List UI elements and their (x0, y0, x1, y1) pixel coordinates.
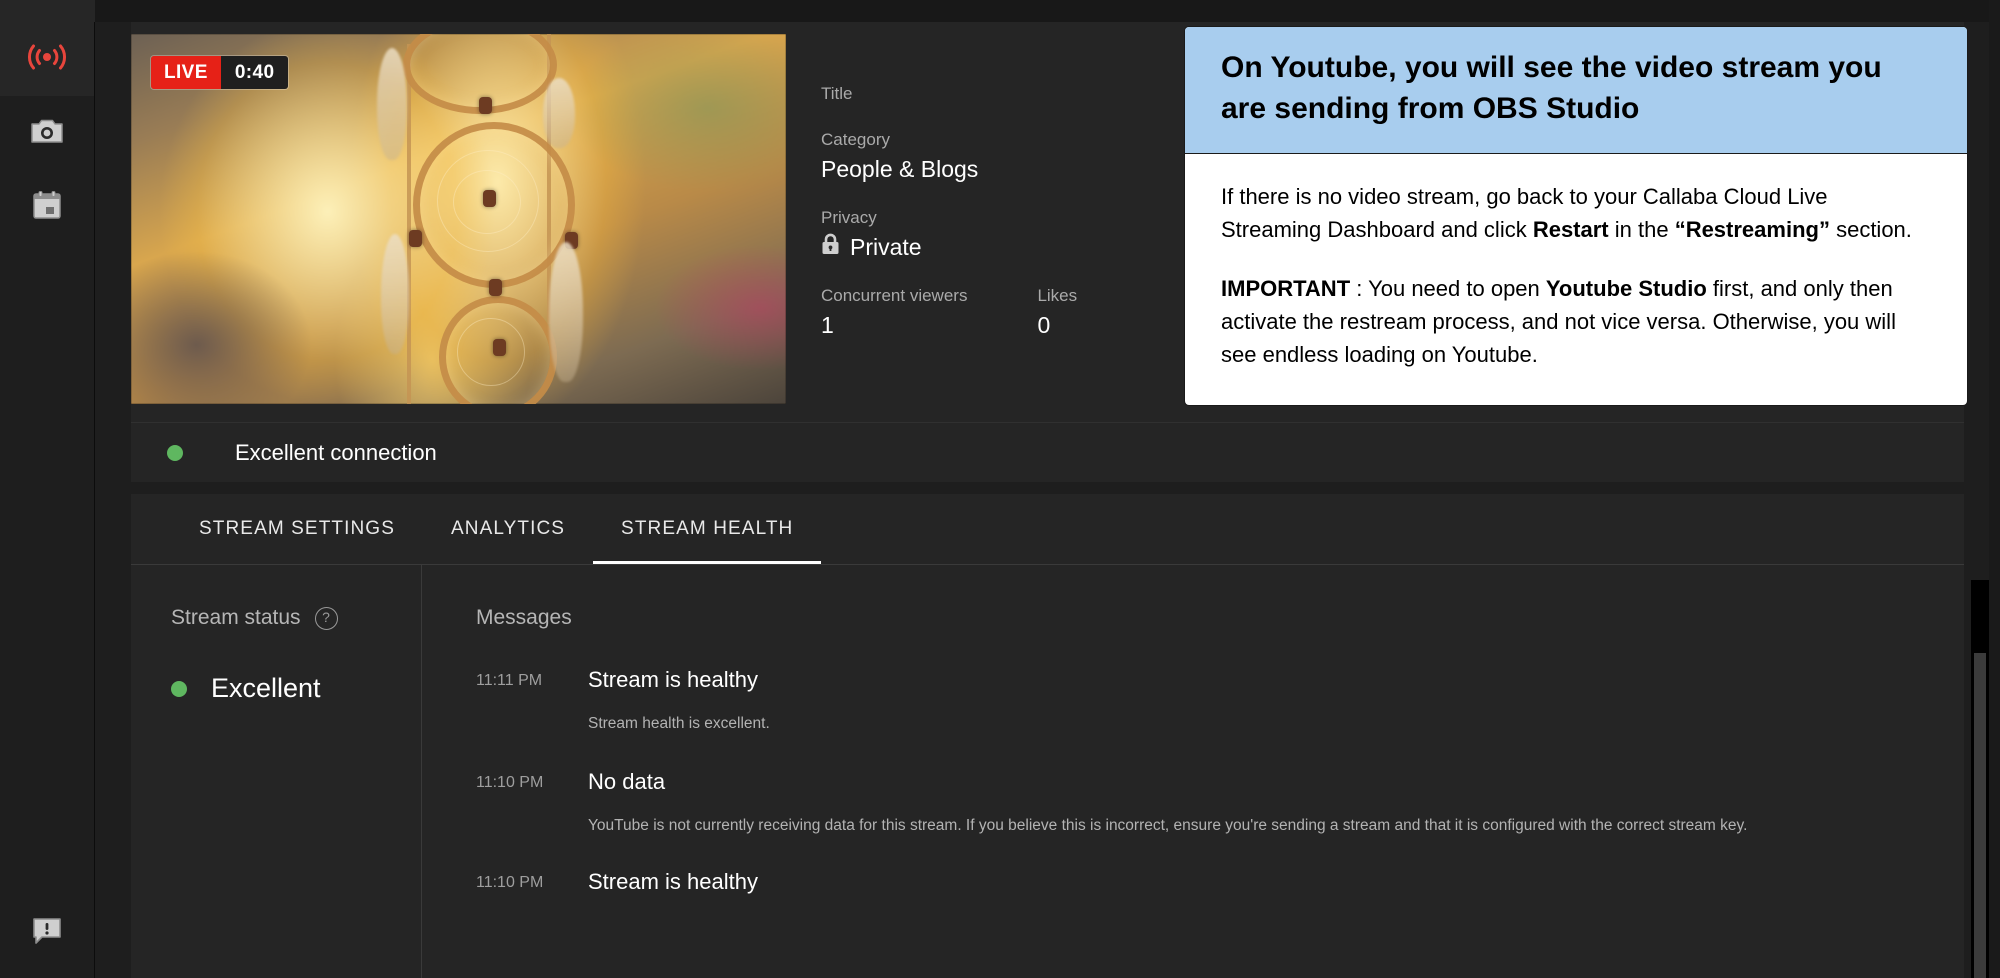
category-label: Category (821, 130, 890, 149)
scrollbar-thumb[interactable] (1973, 652, 1987, 978)
callout-body: If there is no video stream, go back to … (1185, 154, 1967, 405)
callout-paragraph-2: IMPORTANT : You need to open Youtube Stu… (1221, 272, 1931, 371)
stream-status-column: Stream status ? Excellent (131, 564, 422, 978)
stream-health-panel: Stream status ? Excellent Messages 11:11… (131, 564, 1964, 978)
stream-details-card: STREAM SETTINGS ANALYTICS STREAM HEALTH … (131, 494, 1964, 978)
list-item: 11:10 PM Stream is healthy (422, 868, 1964, 896)
sidebar-item-live-streaming[interactable] (0, 22, 94, 96)
rail-top-strip (0, 0, 95, 22)
messages-list: 11:11 PM Stream is healthy Stream health… (422, 666, 1964, 896)
stream-status-dot (171, 680, 187, 697)
send-feedback-button[interactable] (0, 896, 94, 970)
privacy-label: Privacy (821, 208, 877, 227)
instruction-callout: On Youtube, you will see the video strea… (1184, 26, 1968, 406)
callout-header: On Youtube, you will see the video strea… (1185, 27, 1967, 154)
dreamcatcher-feather (549, 242, 583, 382)
right-edge-gutter (1989, 0, 2000, 978)
dreamcatcher-bead (479, 97, 492, 114)
connection-status-bar: Excellent connection (131, 422, 1964, 483)
callout-p2-bold2: Youtube Studio (1545, 276, 1707, 301)
connection-status-text: Excellent connection (235, 440, 437, 465)
tab-bar: STREAM SETTINGS ANALYTICS STREAM HEALTH (131, 494, 1964, 565)
dreamcatcher-feather (381, 234, 409, 354)
message-description: Stream health is excellent. (588, 715, 770, 732)
stream-metadata: Title Category People & Blogs Privacy Pr… (821, 82, 1241, 340)
privacy-value: Private (850, 234, 922, 260)
video-preview[interactable]: LIVE 0:40 (131, 34, 786, 404)
vertical-scrollbar[interactable] (1971, 580, 1989, 978)
sidebar-item-schedule[interactable] (0, 170, 94, 244)
callout-p1-bold2: “Restreaming” (1674, 217, 1830, 242)
message-time: 11:11 PM (476, 672, 543, 689)
likes-stat: Likes 0 (1037, 284, 1077, 340)
concurrent-viewers-value: 1 (821, 312, 834, 338)
connection-status-dot (167, 445, 183, 461)
left-nav-rail (0, 0, 95, 978)
broadcast-icon (27, 42, 67, 77)
help-icon[interactable]: ? (314, 606, 338, 630)
callout-p1-text3: section. (1829, 217, 1912, 242)
lock-icon (821, 232, 840, 262)
message-time: 11:10 PM (476, 874, 544, 891)
stream-stats-row: Concurrent viewers 1 Likes 0 (821, 284, 1241, 340)
concurrent-viewers-stat: Concurrent viewers 1 (821, 284, 967, 340)
likes-label: Likes (1037, 286, 1078, 305)
dreamcatcher-web (457, 318, 525, 386)
category-value: People & Blogs (821, 156, 979, 182)
callout-paragraph-1: If there is no video stream, go back to … (1221, 180, 1931, 246)
message-title: Stream is healthy (588, 667, 758, 692)
list-item: 11:10 PM No data YouTube is not currentl… (422, 768, 1964, 838)
stream-status-heading-row: Stream status ? (171, 606, 421, 630)
message-time: 11:10 PM (476, 774, 544, 791)
sidebar-item-webcam[interactable] (0, 96, 94, 170)
privacy-value-row: Private (821, 232, 1241, 262)
message-title: Stream is healthy (588, 869, 758, 894)
dreamcatcher-bead (409, 230, 422, 247)
title-label: Title (821, 84, 853, 103)
live-badge: LIVE 0:40 (151, 56, 289, 89)
feedback-icon (31, 916, 63, 951)
camera-icon (30, 117, 64, 150)
dreamcatcher-feather (543, 78, 575, 148)
tab-stream-settings[interactable]: STREAM SETTINGS (171, 494, 423, 564)
callout-p2-text1: : You need to open (1350, 276, 1546, 301)
message-description: YouTube is not currently receiving data … (588, 817, 1748, 834)
message-body: Stream is healthy Stream health is excel… (588, 666, 1964, 736)
message-title: No data (588, 769, 666, 794)
callout-p1-text2: in the (1608, 217, 1675, 242)
stream-status-value-row: Excellent (171, 673, 421, 704)
tab-stream-health[interactable]: STREAM HEALTH (593, 494, 822, 564)
youtube-live-control-room: LIVE 0:40 Title Category People & Blogs … (0, 0, 2000, 978)
stream-status-heading: Stream status (171, 606, 301, 629)
message-body: Stream is healthy (588, 868, 1964, 896)
dreamcatcher-bead (493, 339, 506, 356)
messages-heading: Messages (476, 606, 572, 629)
tab-analytics[interactable]: ANALYTICS (423, 494, 593, 564)
stream-status-value: Excellent (211, 673, 321, 703)
calendar-icon (32, 190, 62, 225)
callout-p2-bold1: IMPORTANT (1221, 276, 1351, 301)
dreamcatcher-cord (407, 44, 411, 404)
message-body: No data YouTube is not currently receivi… (588, 768, 1964, 838)
likes-value: 0 (1037, 312, 1051, 338)
dreamcatcher-feather (377, 48, 407, 160)
top-band (95, 0, 2000, 22)
list-item: 11:11 PM Stream is healthy Stream health… (422, 666, 1964, 736)
messages-column: Messages 11:11 PM Stream is healthy Stre… (422, 564, 1964, 978)
callout-p1-bold1: Restart (1532, 217, 1609, 242)
live-badge-label: LIVE (151, 56, 221, 89)
concurrent-viewers-label: Concurrent viewers (821, 286, 968, 305)
live-badge-timer: 0:40 (220, 56, 289, 89)
dreamcatcher-bead (489, 279, 502, 296)
dreamcatcher-bead (483, 190, 496, 207)
